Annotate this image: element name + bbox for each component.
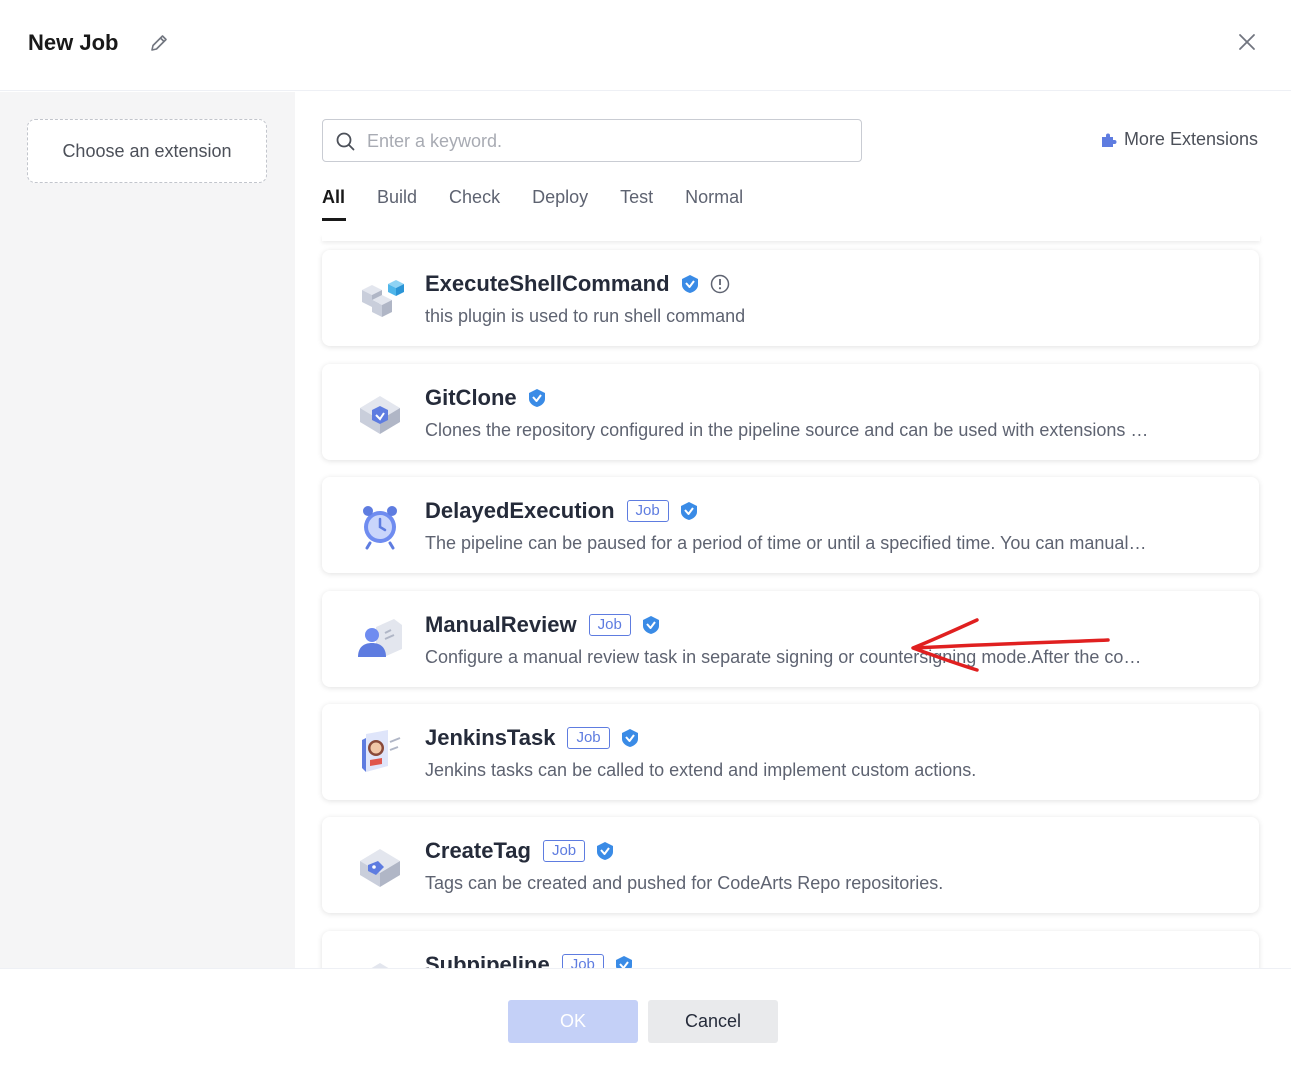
git-clone-icon	[360, 396, 400, 434]
verified-badge-icon	[681, 275, 698, 293]
extension-list: ExecuteShellCommand this plugin is used …	[295, 235, 1291, 968]
new-job-dialog: New Job Choose an extension More Extensi…	[0, 0, 1291, 1066]
verified-badge-icon	[597, 842, 614, 860]
extension-card-delayedexecution[interactable]: DelayedExecution Job The pipeline can be…	[322, 477, 1259, 573]
left-panel: Choose an extension	[0, 92, 295, 968]
tab-normal[interactable]: Normal	[685, 185, 743, 221]
close-icon[interactable]	[1236, 31, 1258, 53]
subpipeline-icon	[371, 963, 389, 968]
search-icon	[336, 132, 355, 151]
job-tag: Job	[542, 840, 586, 862]
tag-icon	[360, 849, 400, 887]
puzzle-icon	[1101, 133, 1117, 147]
tab-check[interactable]: Check	[449, 185, 500, 221]
search-box[interactable]	[322, 119, 862, 162]
verified-badge-icon	[680, 502, 697, 520]
extension-picker: More Extensions All Build Check Deploy T…	[295, 92, 1291, 968]
extension-card-executeshellcommand[interactable]: ExecuteShellCommand this plugin is used …	[322, 250, 1259, 346]
edit-icon[interactable]	[148, 32, 170, 54]
cubes-icon	[362, 280, 404, 317]
verified-badge-icon	[642, 616, 659, 634]
tab-deploy[interactable]: Deploy	[532, 185, 588, 221]
cancel-button[interactable]: Cancel	[648, 1000, 778, 1043]
job-tag: Job	[588, 614, 631, 636]
extension-card-subpipeline[interactable]: Subpipeline Job	[322, 931, 1259, 968]
extension-card-manualreview[interactable]: ManualReview Job Configure a manual revi…	[322, 591, 1259, 687]
dialog-header: New Job	[0, 0, 1291, 91]
tab-build[interactable]: Build	[377, 185, 417, 221]
category-tabs: All Build Check Deploy Test Normal	[322, 185, 775, 221]
ok-button[interactable]: OK	[508, 1000, 638, 1043]
job-tag: Job	[567, 727, 610, 749]
extension-description: Configure a manual review task in separa…	[425, 647, 1142, 667]
extension-description: this plugin is used to run shell command	[425, 306, 746, 326]
extension-name: DelayedExecution	[425, 498, 615, 523]
alarm-clock-icon	[363, 506, 397, 550]
extension-name: CreateTag	[425, 838, 531, 863]
search-input[interactable]	[367, 126, 847, 156]
jenkins-icon	[362, 730, 401, 772]
info-icon[interactable]	[710, 274, 730, 294]
dialog-footer: OK Cancel	[0, 968, 1291, 1066]
verified-badge-icon	[615, 956, 632, 968]
extension-description: Tags can be created and pushed for CodeA…	[425, 873, 944, 893]
extension-card-gitclone[interactable]: GitClone Clones the repository configure…	[322, 364, 1259, 460]
extension-description: The pipeline can be paused for a period …	[425, 533, 1147, 553]
dialog-title: New Job	[28, 30, 119, 55]
extension-card-createtag[interactable]: CreateTag Job Tags can be created and pu…	[322, 817, 1259, 913]
verified-badge-icon	[528, 389, 545, 407]
tab-all[interactable]: All	[322, 185, 347, 221]
verified-badge-icon	[621, 729, 638, 747]
more-extensions-label: More Extensions	[1123, 129, 1258, 149]
more-extensions-link[interactable]: More Extensions	[1100, 129, 1258, 150]
manual-review-icon	[358, 619, 402, 657]
choose-extension-slot[interactable]: Choose an extension	[27, 119, 267, 183]
extension-description: Clones the repository configured in the …	[425, 420, 1149, 440]
extension-name: JenkinsTask	[425, 725, 556, 750]
job-tag: Job	[626, 500, 669, 522]
extension-name: Subpipeline	[425, 952, 550, 968]
extension-description: Jenkins tasks can be called to extend an…	[425, 760, 977, 780]
extension-card-jenkinstask[interactable]: JenkinsTask Job Jenkins tasks can be cal…	[322, 704, 1259, 800]
tab-test[interactable]: Test	[620, 185, 653, 221]
extension-name: GitClone	[425, 385, 517, 410]
extension-name: ExecuteShellCommand	[425, 271, 670, 296]
extension-name: ManualReview	[425, 612, 577, 637]
job-tag: Job	[561, 954, 604, 968]
